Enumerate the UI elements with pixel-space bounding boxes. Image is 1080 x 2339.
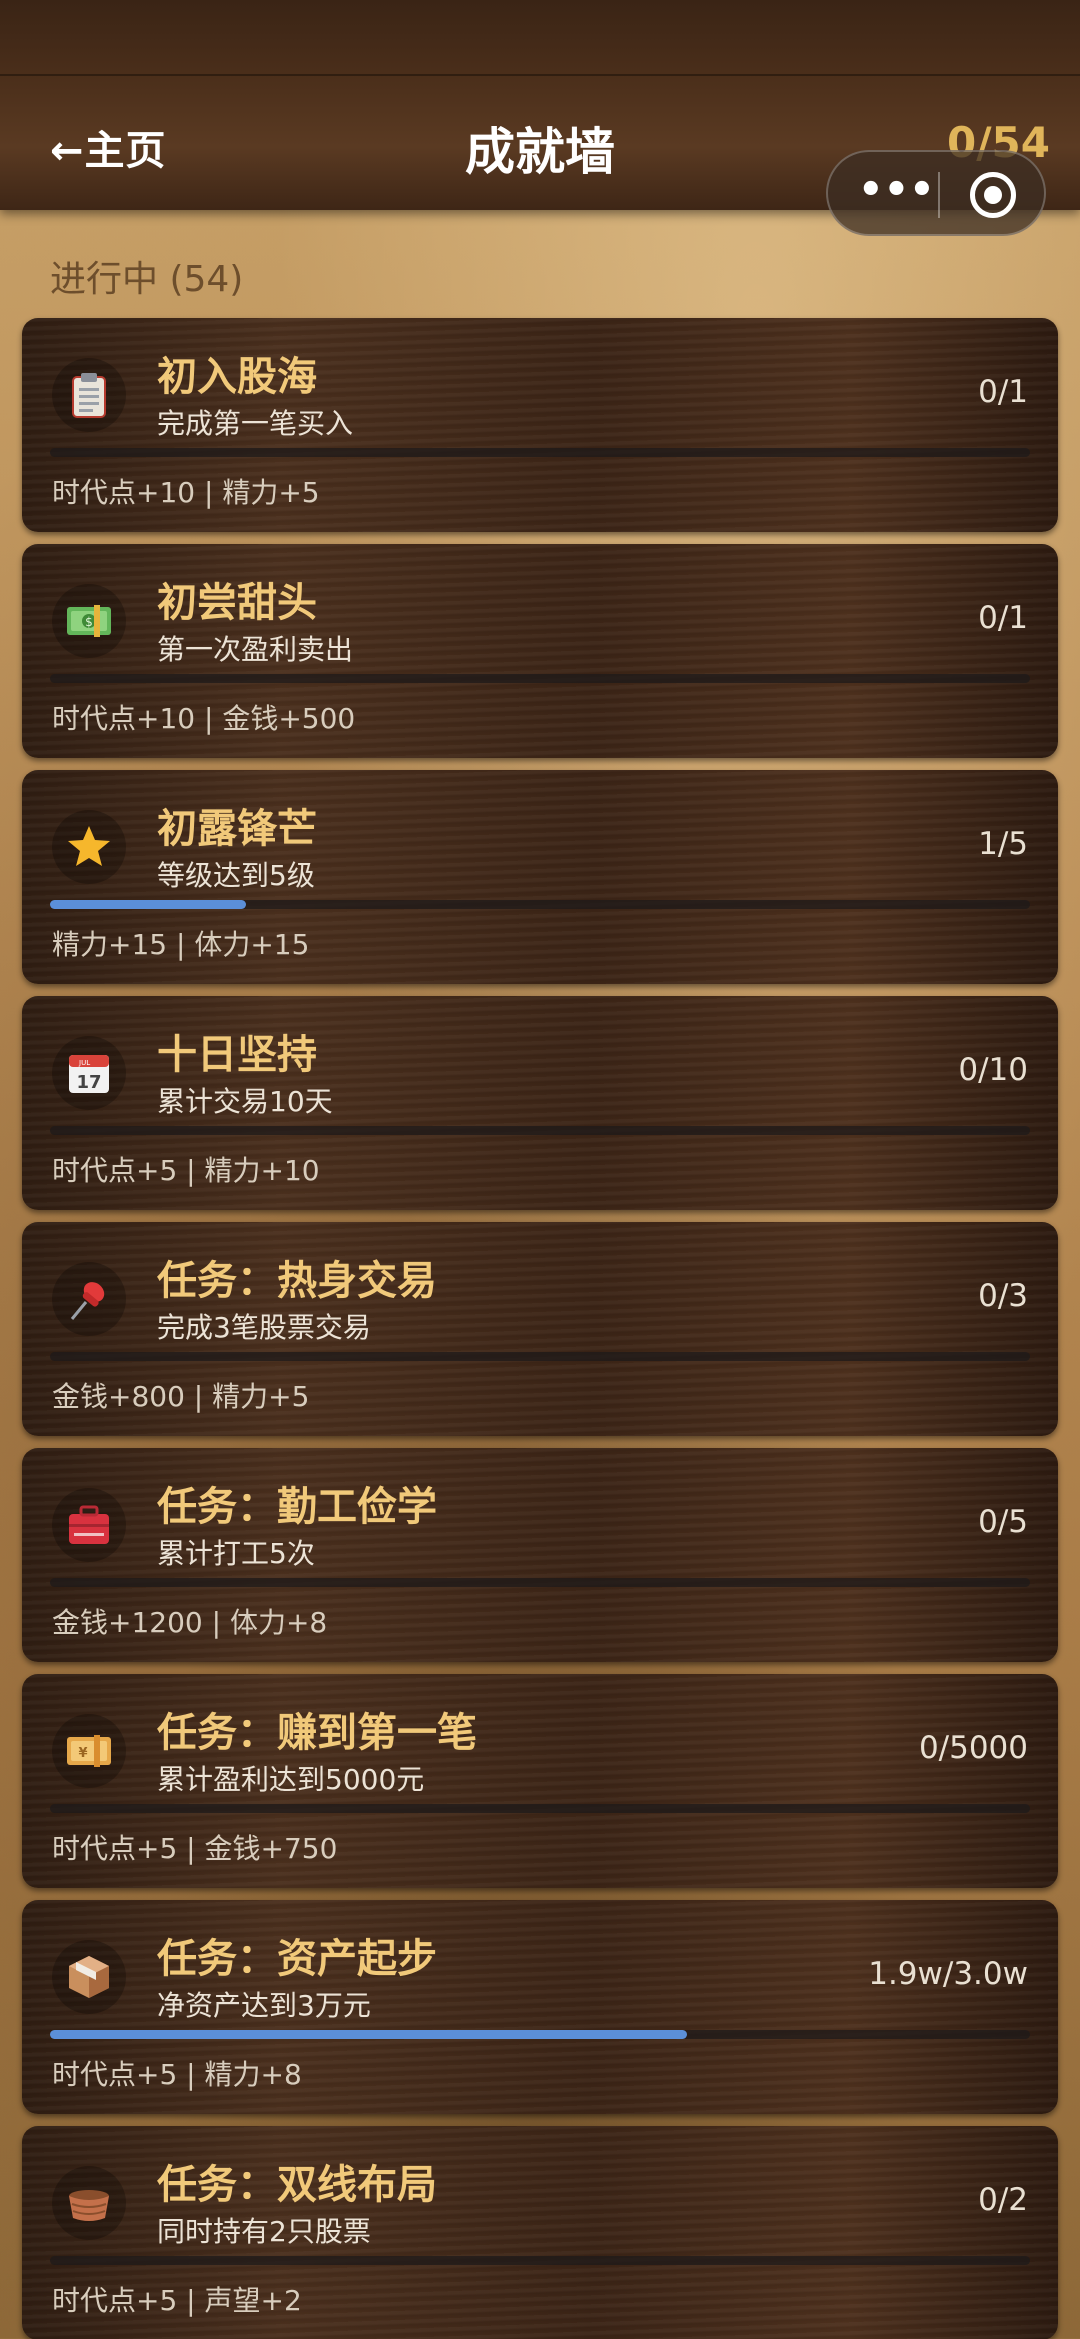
achievement-card[interactable]: 任务：勤工俭学累计打工5次 0/5 金钱+1200 | 体力+8 — [22, 1448, 1058, 1662]
achievement-title: 初入股海 — [157, 354, 317, 400]
achievement-list: 初入股海完成第一笔买入 0/1 时代点+10 | 精力+5 $ 初尝甜头第一次盈利卖出 0… — [22, 318, 1058, 2339]
achievement-progress-text: 0/5000 — [918, 1730, 1028, 1766]
achievement-description: 同时持有2只股票 — [157, 2215, 371, 2248]
achievement-description: 等级达到5级 — [157, 859, 315, 892]
achievement-title: 初露锋芒 — [157, 806, 317, 852]
achievement-reward: 时代点+5 | 金钱+750 — [52, 1832, 338, 1865]
star-icon — [52, 810, 126, 884]
achievement-reward: 金钱+800 | 精力+5 — [52, 1380, 310, 1413]
progress-bar — [50, 1804, 1030, 1813]
achievement-reward: 精力+15 | 体力+15 — [52, 928, 310, 961]
pushpin-icon — [52, 1262, 126, 1336]
progress-bar — [50, 1578, 1030, 1587]
achievement-card[interactable]: 初露锋芒等级达到5级 1/5 精力+15 | 体力+15 — [22, 770, 1058, 984]
achievement-title: 任务：资产起步 — [157, 1936, 437, 1982]
achievement-title: 任务：双线布局 — [157, 2162, 437, 2208]
achievement-description: 累计交易10天 — [157, 1085, 333, 1118]
svg-text:$: $ — [85, 615, 93, 629]
miniprogram-capsule: ••• — [826, 150, 1046, 236]
achievement-reward: 时代点+5 | 精力+8 — [52, 2058, 302, 2091]
progress-bar — [50, 2256, 1030, 2265]
achievement-progress-text: 1/5 — [978, 826, 1028, 862]
achievement-title: 任务：赚到第一笔 — [157, 1710, 477, 1756]
svg-text:JUL: JUL — [78, 1059, 90, 1067]
money-icon: $ — [52, 584, 126, 658]
achievement-title: 初尝甜头 — [157, 580, 317, 626]
progress-bar — [50, 1126, 1030, 1135]
achievement-description: 完成3笔股票交易 — [157, 1311, 371, 1344]
achievement-card[interactable]: ¥ 任务：赚到第一笔累计盈利达到5000元 0/5000 时代点+5 | 金钱+750 — [22, 1674, 1058, 1888]
more-icon[interactable]: ••• — [858, 170, 935, 213]
achievement-card[interactable]: $ 初尝甜头第一次盈利卖出 0/1 时代点+10 | 金钱+500 — [22, 544, 1058, 758]
achievement-description: 累计盈利达到5000元 — [157, 1763, 425, 1796]
progress-bar — [50, 1352, 1030, 1361]
svg-text:17: 17 — [76, 1072, 101, 1093]
capsule-divider — [938, 172, 940, 218]
achievement-reward: 时代点+10 | 金钱+500 — [52, 702, 356, 735]
progress-bar — [50, 900, 1030, 909]
toolbox-icon — [52, 1488, 126, 1562]
achievement-card[interactable]: JUL 17 十日坚持累计交易10天 0/10 时代点+5 | 精力+10 — [22, 996, 1058, 1210]
achievement-card[interactable]: 任务：热身交易完成3笔股票交易 0/3 金钱+800 | 精力+5 — [22, 1222, 1058, 1436]
package-icon — [52, 1940, 126, 2014]
calendar-icon: JUL 17 — [52, 1036, 126, 1110]
svg-text:¥: ¥ — [78, 1746, 87, 1761]
achievement-progress-text: 0/3 — [978, 1278, 1028, 1314]
section-header: 进行中 (54) — [50, 259, 244, 300]
progress-bar — [50, 2030, 1030, 2039]
achievement-card[interactable]: 任务：双线布局同时持有2只股票 0/2 时代点+5 | 声望+2 — [22, 2126, 1058, 2339]
achievement-progress-text: 0/10 — [958, 1052, 1028, 1088]
yen-icon: ¥ — [52, 1714, 126, 1788]
achievement-description: 完成第一笔买入 — [157, 407, 354, 440]
achievement-reward: 时代点+5 | 声望+2 — [52, 2284, 302, 2317]
basket-icon — [52, 2166, 126, 2240]
progress-bar — [50, 674, 1030, 683]
achievement-description: 累计打工5次 — [157, 1537, 315, 1570]
progress-bar-fill — [50, 900, 246, 909]
achievement-reward: 时代点+5 | 精力+10 — [52, 1154, 320, 1187]
achievement-card[interactable]: 任务：资产起步净资产达到3万元 1.9w/3.0w 时代点+5 | 精力+8 — [22, 1900, 1058, 2114]
achievement-reward: 金钱+1200 | 体力+8 — [52, 1606, 328, 1639]
achievement-progress-text: 0/5 — [978, 1504, 1028, 1540]
progress-bar-fill — [50, 2030, 687, 2039]
achievement-title: 十日坚持 — [157, 1032, 317, 1078]
achievement-card[interactable]: 初入股海完成第一笔买入 0/1 时代点+10 | 精力+5 — [22, 318, 1058, 532]
achievement-description: 第一次盈利卖出 — [157, 633, 354, 666]
achievement-progress-text: 0/1 — [978, 600, 1028, 636]
achievement-reward: 时代点+10 | 精力+5 — [52, 476, 320, 509]
achievement-progress-text: 0/2 — [978, 2182, 1028, 2218]
achievement-title: 任务：热身交易 — [157, 1258, 437, 1304]
achievement-title: 任务：勤工俭学 — [157, 1484, 437, 1530]
clipboard-icon — [52, 358, 126, 432]
progress-bar — [50, 448, 1030, 457]
achievement-progress-text: 1.9w/3.0w — [868, 1956, 1028, 1992]
achievement-progress-text: 0/1 — [978, 374, 1028, 410]
close-target-icon[interactable] — [970, 172, 1016, 218]
achievement-description: 净资产达到3万元 — [157, 1989, 371, 2022]
